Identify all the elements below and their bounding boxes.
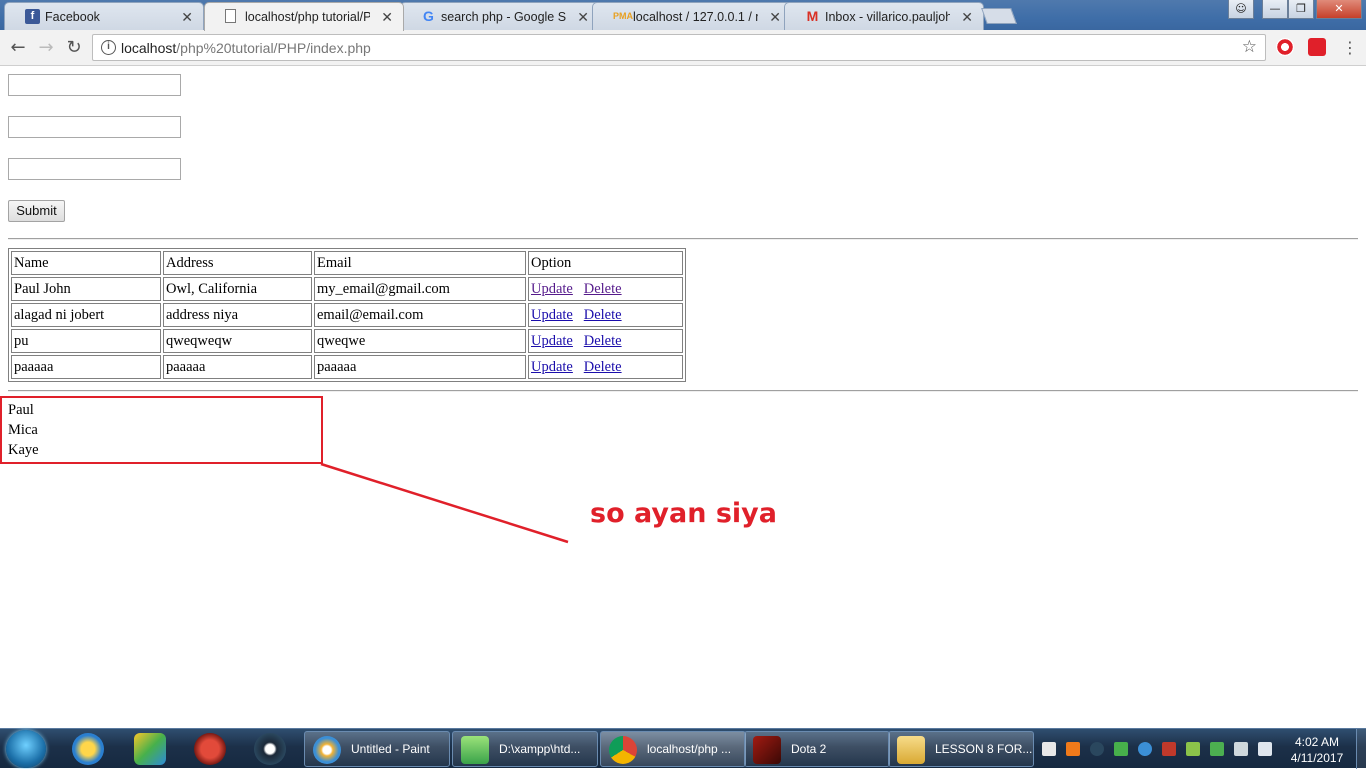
chrome-icon — [609, 736, 637, 764]
start-button[interactable] — [6, 730, 46, 768]
close-icon[interactable]: ✕ — [181, 9, 193, 26]
menu-icon[interactable]: ⋮ — [1338, 36, 1362, 60]
annotation-text: so ayan siya — [590, 498, 777, 529]
tab-gmail[interactable]: M Inbox - villarico.pauljohn ✕ — [784, 2, 984, 30]
show-desktop-button[interactable] — [1356, 729, 1366, 769]
google-icon: G — [423, 8, 434, 24]
task-label: Dota 2 — [791, 742, 827, 756]
clock[interactable]: 4:02 AM 4/11/2017 — [1282, 734, 1352, 766]
window-close-button[interactable]: ✕ — [1316, 0, 1362, 19]
bluestacks-icon[interactable] — [134, 733, 166, 765]
folder-icon — [897, 736, 925, 764]
tray-app-icon[interactable] — [1042, 742, 1056, 756]
task-label: Untitled - Paint — [351, 742, 430, 756]
url-path: /php%20tutorial/PHP/index.php — [176, 40, 371, 56]
close-icon[interactable]: ✕ — [577, 9, 589, 26]
media-extension-icon[interactable] — [1308, 38, 1326, 56]
task-label: localhost/php ... — [647, 742, 732, 756]
clock-time: 4:02 AM — [1294, 735, 1340, 749]
action-center-icon[interactable] — [1234, 742, 1248, 756]
gmail-icon: M — [806, 8, 819, 24]
xampp-icon[interactable] — [1066, 742, 1080, 756]
tab-localhost-php[interactable]: localhost/php tutorial/PH ✕ — [204, 2, 404, 31]
bluestacks-tray-icon[interactable] — [1114, 742, 1128, 756]
new-tab-button[interactable] — [981, 8, 1017, 24]
maximize-button[interactable]: ❐ — [1288, 0, 1314, 19]
task-paint[interactable]: Untitled - Paint — [304, 731, 450, 767]
display-icon[interactable] — [1162, 742, 1176, 756]
close-icon[interactable]: ✕ — [769, 9, 781, 26]
tab-title: localhost/php tutorial/PH — [245, 10, 370, 24]
tab-title: Inbox - villarico.pauljohn — [825, 10, 950, 24]
info-icon[interactable]: i — [101, 40, 116, 55]
address-bar[interactable]: i localhost/php%20tutorial/PHP/index.php… — [92, 34, 1266, 61]
close-icon[interactable]: ✕ — [961, 9, 973, 26]
user-icon[interactable]: ☺ — [1228, 0, 1254, 19]
url-text: localhost/php%20tutorial/PHP/index.php — [121, 40, 371, 56]
steam-icon[interactable] — [254, 733, 286, 765]
tab-phpmyadmin[interactable]: PMA localhost / 127.0.0.1 / my ✕ — [592, 2, 792, 30]
tab-facebook[interactable]: f Facebook ✕ — [4, 2, 204, 30]
skype-icon[interactable] — [1138, 742, 1152, 756]
antivirus-icon[interactable] — [1210, 742, 1224, 756]
tab-title: Facebook — [45, 10, 100, 24]
reload-icon[interactable]: ↻ — [62, 36, 86, 60]
dota-icon — [753, 736, 781, 764]
minimize-button[interactable]: — — [1262, 0, 1288, 19]
forward-icon[interactable]: → — [34, 36, 58, 60]
page-icon — [225, 9, 236, 23]
task-chrome[interactable]: localhost/php ... — [600, 731, 746, 767]
close-icon[interactable]: ✕ — [381, 9, 393, 26]
tab-google-search[interactable]: G search php - Google Sear ✕ — [400, 2, 600, 30]
security-icon[interactable] — [1186, 742, 1200, 756]
bookmark-star-icon[interactable]: ☆ — [1242, 37, 1257, 57]
browser-toolbar: ← → ↻ i localhost/php%20tutorial/PHP/ind… — [0, 30, 1366, 66]
notepad-plus-icon — [461, 736, 489, 764]
opera-extension-icon[interactable] — [1276, 38, 1294, 56]
task-label: D:\xampp\htd... — [499, 742, 581, 756]
paint-icon — [313, 736, 341, 764]
url-host: localhost — [121, 40, 177, 56]
task-notepad[interactable]: D:\xampp\htd... — [452, 731, 598, 767]
page-content: Submit Name Address Email Option Paul Jo… — [0, 66, 1366, 728]
task-dota[interactable]: Dota 2 — [744, 731, 890, 767]
tab-title: search php - Google Sear — [441, 10, 566, 24]
taskbar: Untitled - Paint D:\xampp\htd... localho… — [0, 728, 1366, 769]
facebook-icon: f — [25, 9, 40, 24]
volume-icon[interactable] — [1258, 742, 1272, 756]
steam-tray-icon[interactable] — [1090, 742, 1104, 756]
clock-date: 4/11/2017 — [1290, 751, 1344, 765]
game-launcher-icon[interactable] — [194, 733, 226, 765]
tab-strip: f Facebook ✕ G search php - Google Sear … — [0, 0, 1366, 31]
tab-title: localhost / 127.0.0.1 / my — [633, 10, 758, 24]
task-folder[interactable]: LESSON 8 FOR... — [888, 731, 1034, 767]
annotation-line — [320, 462, 569, 544]
back-icon[interactable]: ← — [6, 36, 30, 60]
task-label: LESSON 8 FOR... — [935, 742, 1033, 756]
phpmyadmin-icon: PMA — [613, 11, 633, 21]
media-player-icon[interactable] — [72, 733, 104, 765]
